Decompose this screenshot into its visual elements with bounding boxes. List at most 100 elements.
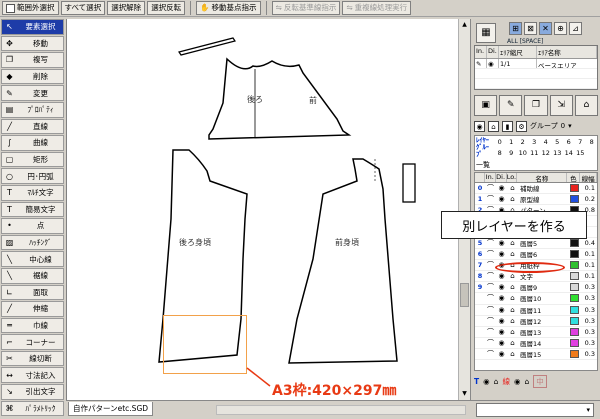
drawing-canvas[interactable]: 後ろ 前 後ろ身頃 前身頃: [66, 19, 458, 400]
tool-button-16[interactable]: ∟ 面取: [1, 284, 64, 301]
layer-row[interactable]: 8 ⌒ ◉ ⌂ 文字 0.1: [475, 271, 597, 283]
lock-icon[interactable]: ⌂: [507, 306, 518, 314]
tool-button-17[interactable]: ╱ 伸縮: [1, 301, 64, 317]
layer-group-number[interactable]: 8: [586, 138, 598, 146]
checkbox-icon[interactable]: [6, 3, 15, 13]
eye-icon[interactable]: ◉: [496, 294, 507, 302]
snap-icon-2[interactable]: ⊠: [524, 22, 537, 35]
layer-group-number[interactable]: 12: [540, 149, 552, 157]
area-row[interactable]: ✎ ◉ 1/1 ベースエリア: [475, 59, 597, 69]
tool-button-12[interactable]: • 点: [1, 218, 64, 234]
tool-button-13[interactable]: ▨ ﾊｯﾁﾝｸﾞ: [1, 234, 64, 251]
pen-icon[interactable]: ⌒: [485, 338, 496, 348]
layer-line-width[interactable]: 0.3: [581, 328, 597, 336]
layer-line-width[interactable]: 0.1: [581, 261, 597, 269]
layer-color-swatch[interactable]: [570, 316, 579, 325]
layer-copy-icon[interactable]: ❐: [524, 95, 548, 116]
toolbar-button-5[interactable]: ⇋ 反転基準線指示: [271, 1, 341, 15]
layer-group-number[interactable]: 6: [563, 138, 575, 146]
layer-toggle-icon[interactable]: ▮: [502, 120, 513, 132]
layer-line-width[interactable]: 0.3: [581, 283, 597, 291]
tool-button-22[interactable]: ↘ 引出文字: [1, 384, 64, 400]
line-layer-toggle[interactable]: 線: [502, 376, 510, 387]
tool-button-21[interactable]: ↔ 寸法記入: [1, 367, 64, 384]
all-space-label[interactable]: ALL [SPACE]: [507, 38, 543, 45]
tool-button-4[interactable]: ✎ 変更: [1, 85, 64, 101]
area-display-icon[interactable]: ◉: [487, 59, 499, 68]
layer-row[interactable]: 5 ⌒ ◉ ⌂ 画層5 0.4: [475, 238, 597, 250]
tool-button-14[interactable]: ╲ 中心線: [1, 251, 64, 267]
layer-color-swatch[interactable]: [570, 195, 579, 204]
tool-button-15[interactable]: ╲ 裾線: [1, 267, 64, 284]
lock-icon[interactable]: ⌂: [507, 350, 518, 358]
layer-edit-icon[interactable]: ✎: [499, 95, 523, 116]
layer-color-swatch[interactable]: [570, 250, 579, 259]
hatch-toggle[interactable]: 中: [533, 374, 547, 388]
layer-row[interactable]: ⌒ ◉ ⌂ 画層13 0.3: [475, 327, 597, 338]
lock-icon[interactable]: ⌂: [507, 195, 518, 203]
layer-new-icon[interactable]: ▣: [474, 95, 498, 116]
tool-button-0[interactable]: ↖ 要素選択: [1, 19, 64, 35]
tool-button-10[interactable]: T ﾏﾙﾁ文字: [1, 184, 64, 201]
tool-button-11[interactable]: T 簡易文字: [1, 201, 64, 218]
tool-button-19[interactable]: ⌐ コーナー: [1, 334, 64, 350]
layer-group-number[interactable]: 10: [517, 149, 529, 157]
pen-icon[interactable]: ⌒: [485, 249, 496, 259]
tool-button-9[interactable]: ○ 円･円弧: [1, 168, 64, 184]
layer-line-width[interactable]: 0.1: [581, 184, 597, 192]
layer-row[interactable]: ⌒ ◉ ⌂ 画層12 0.3: [475, 316, 597, 327]
layer-line-width[interactable]: 0.1: [581, 272, 597, 280]
eye-icon[interactable]: ◉: [496, 184, 507, 192]
pen-icon[interactable]: ⌒: [485, 282, 496, 292]
pen-icon[interactable]: ⌒: [485, 194, 496, 204]
eye-icon[interactable]: ◉: [483, 377, 490, 386]
toolbar-button-6[interactable]: ⇋ 重複線処理実行: [342, 1, 412, 15]
layer-color-swatch[interactable]: [570, 283, 579, 292]
group-value[interactable]: 0: [561, 122, 565, 130]
eye-icon[interactable]: ◉: [496, 272, 507, 280]
layer-group-number[interactable]: 13: [552, 149, 564, 157]
toolbar-button-4[interactable]: ✋ 移動基点指示: [196, 1, 261, 15]
layer-group-number[interactable]: 5: [552, 138, 564, 146]
eye-icon[interactable]: ◉: [496, 306, 507, 314]
layer-color-swatch[interactable]: [570, 305, 579, 314]
tool-button-1[interactable]: ✥ 移動: [1, 35, 64, 52]
layer-line-width[interactable]: 0.3: [581, 306, 597, 314]
pen-icon[interactable]: ⌒: [485, 305, 496, 315]
layer-line-width[interactable]: 0.3: [581, 294, 597, 302]
layer-row[interactable]: ⌒ ◉ ⌂ 画層15 0.3: [475, 349, 597, 360]
layer-group-number[interactable]: 4: [540, 138, 552, 146]
layer-line-width[interactable]: 0.3: [581, 317, 597, 325]
lock-icon[interactable]: ⌂: [507, 317, 518, 325]
list-button[interactable]: 一覧: [476, 160, 490, 170]
pen-icon[interactable]: ⌒: [485, 183, 496, 193]
layer-row[interactable]: 6 ⌒ ◉ ⌂ 画層6 0.1: [475, 249, 597, 261]
layer-group-number[interactable]: 1: [506, 138, 518, 146]
tool-button-18[interactable]: ═ 巾線: [1, 317, 64, 334]
toolbar-button-3[interactable]: 選択反転: [147, 1, 186, 15]
pen-icon[interactable]: ⌒: [485, 349, 496, 359]
layer-color-swatch[interactable]: [570, 272, 579, 281]
layer-lock-icon[interactable]: ⌂: [574, 95, 599, 116]
layer-color-swatch[interactable]: [570, 294, 579, 303]
lock-icon[interactable]: ⌂: [507, 283, 518, 291]
layer-group-number[interactable]: 15: [575, 149, 587, 157]
layer-row[interactable]: ⌒ ◉ ⌂ 画層10 0.3: [475, 293, 597, 305]
layer-group-number[interactable]: 8: [494, 149, 506, 157]
lock-icon[interactable]: ⌂: [507, 294, 518, 302]
layer-group-number[interactable]: 14: [563, 149, 575, 157]
layer-color-swatch[interactable]: [570, 327, 579, 336]
lock-icon[interactable]: ⌂: [507, 339, 518, 347]
lock-icon[interactable]: ⌂: [507, 250, 518, 258]
grid-icon[interactable]: ▦: [476, 23, 496, 43]
display-toggle-icon[interactable]: ◉: [474, 120, 485, 132]
vertical-scrollbar[interactable]: ▲ ▼: [458, 19, 470, 400]
layer-color-swatch[interactable]: [570, 184, 579, 193]
lock-icon[interactable]: ⌂: [507, 272, 518, 280]
layer-group-number[interactable]: 2: [517, 138, 529, 146]
pen-icon[interactable]: ⌒: [485, 293, 496, 303]
toolbar-button-0[interactable]: 範囲外選択: [2, 1, 59, 15]
layer-color-swatch[interactable]: [570, 349, 579, 358]
scroll-thumb[interactable]: [460, 283, 469, 307]
eye-icon[interactable]: ◉: [496, 339, 507, 347]
